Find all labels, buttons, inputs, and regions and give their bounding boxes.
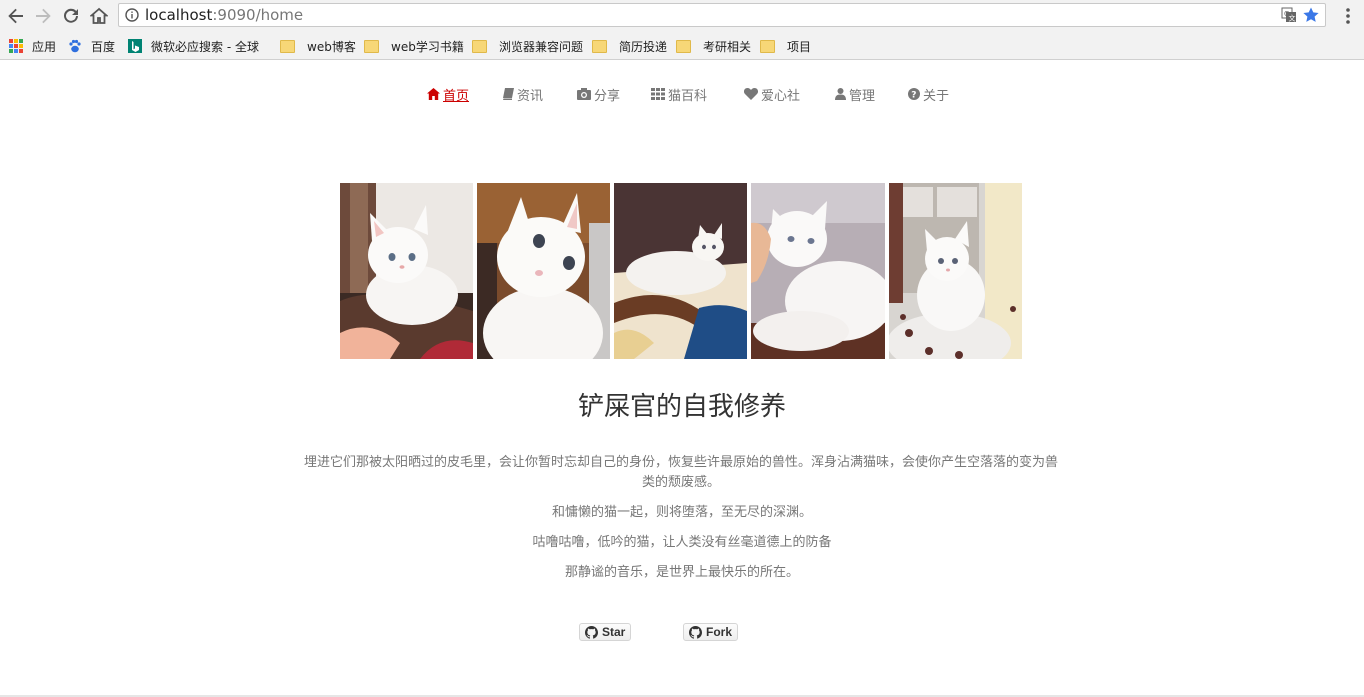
github-icon: [585, 625, 598, 639]
forward-button[interactable]: [32, 5, 54, 27]
bookmark-folder-web-books[interactable]: web学习书籍: [364, 37, 464, 55]
folder-icon: [676, 39, 691, 53]
intro-line-4: 那静谧的音乐，是世界上最快乐的所在。: [564, 565, 799, 580]
star-label: Star: [602, 625, 626, 639]
user-icon: [835, 88, 846, 100]
baidu-paw-icon: [69, 39, 81, 53]
home-icon: [427, 88, 440, 100]
bookmark-folder-projects[interactable]: 项目: [760, 37, 811, 55]
nav-label: 关于: [923, 88, 950, 104]
bookmark-label: 简历投递: [619, 39, 668, 54]
address-bar[interactable]: localhost:9090/home G文: [118, 3, 1326, 27]
svg-text:文: 文: [1289, 14, 1296, 23]
folder-icon: [472, 39, 487, 53]
camera-icon: [577, 88, 591, 100]
github-fork-button[interactable]: Fork: [683, 623, 739, 641]
bookmark-apps[interactable]: 应用: [9, 37, 56, 55]
more-vertical-icon: [1346, 8, 1350, 24]
browser-toolbar: localhost:9090/home G文: [0, 0, 1364, 32]
github-star-button[interactable]: Star: [579, 623, 632, 641]
bookmark-label: 微软必应搜索 - 全球: [151, 39, 259, 54]
bookmark-label: web博客: [307, 39, 356, 54]
bookmark-folder-browser-compat[interactable]: 浏览器兼容问题: [472, 37, 583, 55]
nav-item-share[interactable]: 分享: [577, 83, 620, 105]
nav-item-charity[interactable]: 爱心社: [744, 83, 800, 105]
folder-icon: [760, 39, 775, 53]
intro-line-3: 咕噜咕噜，低吟的猫，让人类没有丝毫道德上的防备: [532, 535, 832, 550]
reload-button[interactable]: [60, 5, 82, 27]
heart-icon: [744, 88, 758, 100]
cat-photo-1[interactable]: [340, 183, 473, 359]
cat-photo-4[interactable]: [751, 183, 885, 359]
bookmark-label: 项目: [787, 39, 812, 54]
bookmark-baidu[interactable]: 百度: [68, 37, 115, 55]
nav-item-news[interactable]: 资讯: [502, 83, 543, 105]
nav-item-home[interactable]: 首页: [427, 83, 469, 105]
bookmark-label: 百度: [91, 39, 116, 54]
bookmark-label: 应用: [32, 39, 57, 54]
nav-label: 首页: [443, 88, 470, 104]
nav-label: 资讯: [517, 88, 544, 104]
intro-paragraph: 埋进它们那被太阳晒过的皮毛里，会让你暂时忘却自己的身份，恢复些许最原始的兽性。浑…: [303, 455, 1058, 490]
book-icon: [502, 88, 514, 100]
folder-icon: [364, 39, 379, 53]
apps-grid-icon: [9, 39, 23, 53]
bookmark-folder-resume[interactable]: 简历投递: [592, 37, 667, 55]
arrow-left-icon: [8, 8, 23, 24]
url-text[interactable]: localhost:9090/home: [145, 7, 303, 24]
nav-item-about[interactable]: ? 关于: [908, 83, 949, 105]
nav-label: 爱心社: [761, 88, 801, 104]
bookmarks-bar: 应用 百度 微软必应搜索 - 全球 web博客 web学习书籍 浏览器兼容问题 …: [0, 32, 1364, 60]
github-icon: [689, 625, 702, 639]
arrow-right-icon: [36, 8, 51, 24]
info-icon[interactable]: [125, 8, 139, 22]
fork-label: Fork: [706, 625, 733, 639]
page-title: 铲屎官的自我修养: [577, 392, 786, 422]
grid-icon: [651, 88, 665, 100]
cat-photo-5[interactable]: [889, 183, 1022, 359]
nav-item-cat-wiki[interactable]: 猫百科: [651, 83, 707, 105]
bookmark-folder-grad-exam[interactable]: 考研相关: [676, 37, 751, 55]
folder-icon: [280, 39, 295, 53]
cat-photo-2[interactable]: [477, 183, 610, 359]
nav-label: 猫百科: [668, 88, 708, 104]
folder-icon: [592, 39, 607, 53]
translate-icon[interactable]: G文: [1281, 7, 1297, 23]
url-host: localhost: [145, 6, 213, 24]
home-button[interactable]: [88, 5, 110, 27]
bookmark-label: 考研相关: [703, 39, 752, 54]
bookmark-folder-web-blog[interactable]: web博客: [280, 37, 356, 55]
browser-menu-button[interactable]: [1340, 6, 1356, 30]
bookmark-bing[interactable]: 微软必应搜索 - 全球: [128, 37, 259, 55]
nav-label: 管理: [849, 88, 876, 104]
back-button[interactable]: [5, 5, 27, 27]
nav-label: 分享: [594, 88, 621, 104]
bookmark-label: web学习书籍: [391, 39, 464, 54]
page-content: 首页 资讯 分享 猫百科 爱心社 管理 ? 关于 铲屎官的自我修养 埋进它们那被…: [0, 60, 1364, 697]
bookmark-label: 浏览器兼容问题: [499, 39, 584, 54]
question-circle-icon: ?: [908, 88, 920, 100]
nav-item-admin[interactable]: 管理: [835, 83, 875, 105]
bing-icon: [128, 39, 142, 53]
cat-photo-3[interactable]: [614, 183, 747, 359]
url-path: :9090/home: [212, 6, 304, 24]
svg-text:?: ?: [911, 91, 916, 101]
home-outline-icon: [90, 7, 108, 24]
reload-icon: [64, 8, 78, 23]
bookmark-star-icon[interactable]: [1302, 6, 1320, 24]
intro-line-2: 和慵懒的猫一起，则将堕落，至无尽的深渊。: [551, 505, 812, 520]
site-nav: 首页 资讯 分享 猫百科 爱心社 管理 ? 关于: [0, 83, 1364, 105]
